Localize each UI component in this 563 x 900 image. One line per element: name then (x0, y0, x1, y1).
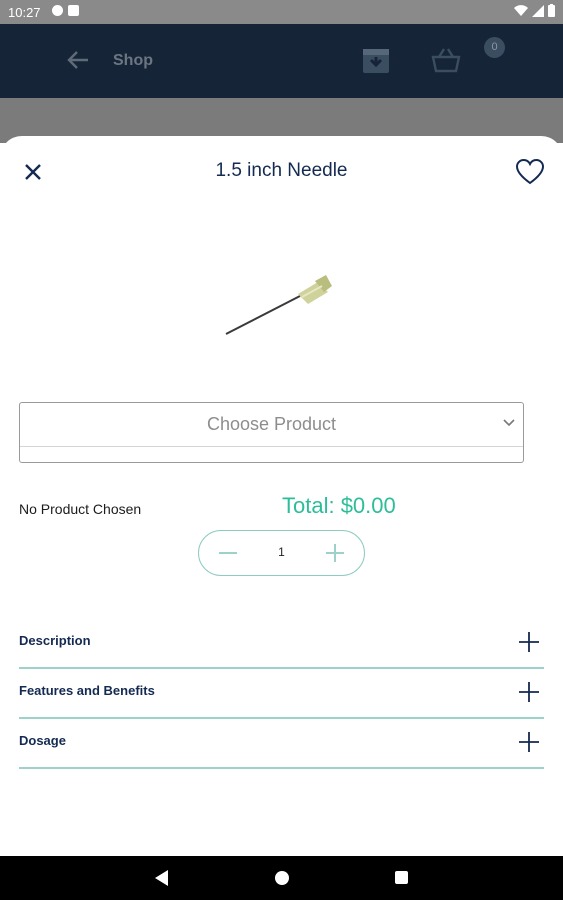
status-time: 10:27 (8, 5, 41, 20)
nav-home-icon[interactable] (275, 871, 289, 885)
quantity-stepper: 1 (198, 530, 365, 576)
total-price: Total: $0.00 (282, 493, 396, 518)
details-accordion: Description Features and Benefits Dosage (19, 619, 544, 769)
expand-plus-icon[interactable] (518, 631, 540, 653)
accordion-features[interactable]: Features and Benefits (19, 669, 544, 719)
notification-icons (52, 5, 79, 16)
system-icons (514, 4, 555, 17)
nav-back-icon[interactable] (155, 870, 169, 886)
system-nav-bar (0, 856, 563, 900)
app-title: Shop (113, 52, 153, 69)
cart-count-badge: 0 (484, 37, 505, 58)
app-bar: Shop 0 (0, 24, 563, 98)
wifi-icon (514, 4, 528, 16)
nav-recents-icon[interactable] (395, 871, 408, 884)
status-bar: 10:27 (0, 0, 563, 24)
accordion-label: Dosage (19, 733, 66, 748)
accordion-description[interactable]: Description (19, 619, 544, 669)
notification-icon (52, 5, 63, 16)
back-arrow-icon[interactable] (66, 49, 90, 71)
accordion-label: Features and Benefits (19, 683, 155, 698)
choose-product-dropdown[interactable]: Choose Product (19, 402, 524, 463)
sd-card-icon (68, 5, 79, 16)
heart-icon[interactable] (515, 158, 545, 186)
plus-icon[interactable] (324, 542, 346, 564)
needle-image (225, 275, 332, 335)
dropdown-value: Choose Product (206, 414, 337, 434)
product-sheet: 1.5 inch Needle Choose Product No Produc… (0, 136, 563, 856)
expand-plus-icon[interactable] (518, 731, 540, 753)
dropdown-field[interactable]: Choose Product (20, 403, 523, 447)
accordion-label: Description (19, 633, 91, 648)
accordion-dosage[interactable]: Dosage (19, 719, 544, 769)
selected-product-text: No Product Chosen (19, 501, 142, 517)
expand-plus-icon[interactable] (518, 681, 540, 703)
battery-icon (548, 4, 555, 17)
chevron-down-icon (503, 419, 515, 427)
signal-icon (532, 4, 544, 17)
product-title: 1.5 inch Needle (215, 160, 348, 181)
basket-icon[interactable] (431, 47, 461, 73)
archive-icon[interactable] (361, 46, 391, 76)
